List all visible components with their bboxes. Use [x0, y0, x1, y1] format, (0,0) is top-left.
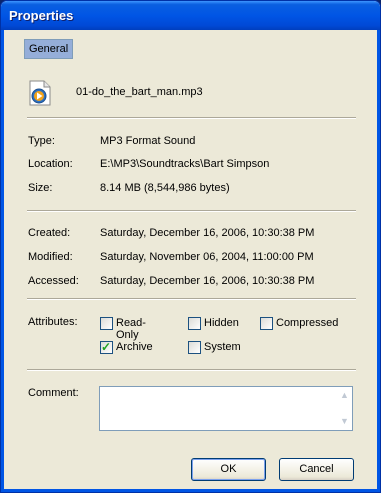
- window-frame-bottom: [1, 489, 380, 492]
- system-checkbox[interactable]: [188, 341, 201, 354]
- archive-label: Archive: [116, 341, 153, 353]
- separator: [27, 298, 356, 300]
- system-label: System: [204, 341, 241, 353]
- created-label: Created:: [28, 227, 71, 239]
- type-value: MP3 Format Sound: [100, 135, 196, 147]
- checkmark-icon: ✓: [101, 340, 112, 354]
- ok-button[interactable]: OK: [191, 458, 266, 481]
- accessed-value: Saturday, December 16, 2006, 10:30:38 PM: [100, 275, 315, 287]
- separator: [27, 369, 356, 371]
- archive-checkbox[interactable]: ✓: [100, 340, 113, 354]
- size-value: 8.14 MB (8,544,986 bytes): [100, 182, 230, 194]
- scroll-down-arrow-icon[interactable]: ▼: [338, 414, 351, 429]
- modified-label: Modified:: [28, 251, 73, 263]
- size-label: Size:: [28, 182, 53, 194]
- compressed-checkbox[interactable]: [260, 317, 273, 330]
- tab-general[interactable]: General: [24, 39, 74, 59]
- comment-label: Comment:: [28, 387, 79, 399]
- scroll-up-arrow-icon[interactable]: ▲: [338, 388, 351, 403]
- location-label: Location:: [28, 158, 73, 170]
- modified-value: Saturday, November 06, 2004, 11:00:00 PM: [100, 251, 314, 263]
- location-value: E:\MP3\Soundtracks\Bart Simpson: [100, 158, 270, 170]
- separator: [27, 210, 356, 212]
- tab-bar: General: [24, 39, 74, 59]
- compressed-label: Compressed: [276, 317, 339, 329]
- title-bar[interactable]: Properties: [1, 1, 380, 30]
- read-only-label: Read-Only: [116, 317, 146, 341]
- file-name: 01-do_the_bart_man.mp3: [76, 86, 203, 98]
- hidden-label: Hidden: [204, 317, 239, 329]
- window-title: Properties: [9, 8, 74, 23]
- windows-media-audio-file-icon: [29, 80, 51, 106]
- separator: [27, 117, 356, 119]
- read-only-checkbox[interactable]: [100, 317, 113, 330]
- hidden-checkbox[interactable]: [188, 317, 201, 330]
- window-frame-left: [1, 30, 4, 492]
- comment-textarea[interactable]: ▲ ▼: [99, 386, 353, 431]
- created-value: Saturday, December 16, 2006, 10:30:38 PM: [100, 227, 315, 239]
- cancel-button[interactable]: Cancel: [279, 458, 354, 481]
- window-frame-right: [377, 30, 380, 492]
- accessed-label: Accessed:: [28, 275, 79, 287]
- properties-window: Properties General 01-do_the_bart_man.mp…: [0, 0, 381, 493]
- attributes-label: Attributes:: [28, 316, 78, 328]
- type-label: Type:: [28, 135, 55, 147]
